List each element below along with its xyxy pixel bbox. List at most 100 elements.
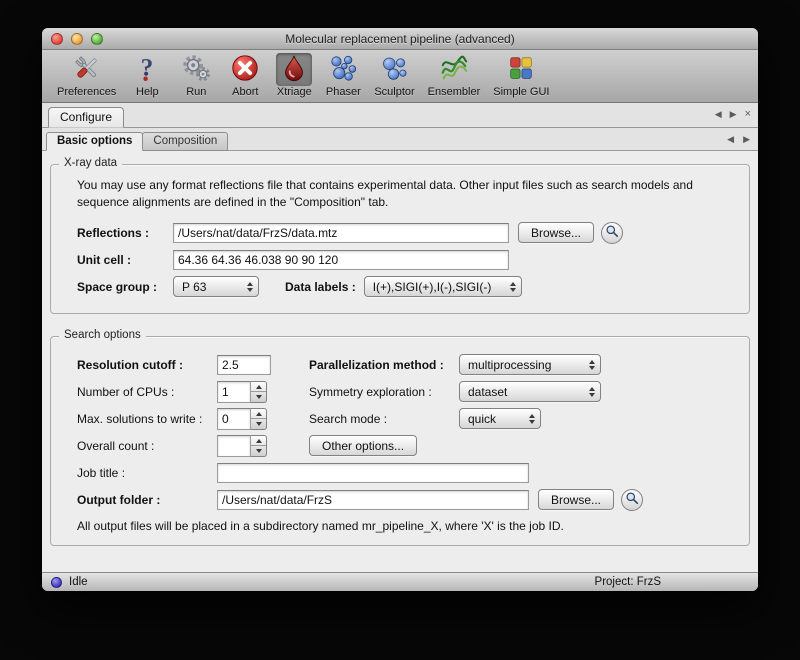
tab-nav-controls: ◀ ▶ × <box>715 109 751 120</box>
output-folder-row: Output folder : Browse... <box>77 489 733 511</box>
symmetry-exploration-dropdown[interactable]: dataset <box>459 381 601 402</box>
toolbar-label: Run <box>186 86 206 98</box>
data-labels-label: Data labels : <box>285 280 356 294</box>
symmetry-exploration-value: dataset <box>468 385 507 399</box>
tab-scroll-right-icon[interactable]: ▶ <box>730 109 737 120</box>
parallelization-method-dropdown[interactable]: multiprocessing <box>459 354 601 375</box>
simple-gui-icon <box>506 53 536 86</box>
output-folder-search-button[interactable] <box>621 489 643 511</box>
max-solutions-stepper[interactable] <box>251 408 267 430</box>
output-folder-browse-button[interactable]: Browse... <box>538 489 614 510</box>
subtab-scroll-right-icon[interactable]: ▶ <box>743 134 750 145</box>
toolbar-item-abort[interactable]: Abort <box>224 53 266 98</box>
reflections-search-button[interactable] <box>601 222 623 244</box>
xray-description: You may use any format reflections file … <box>77 177 731 212</box>
help-icon: ? <box>132 53 162 86</box>
parallelization-method-value: multiprocessing <box>468 358 551 372</box>
overall-count-label: Overall count : <box>77 439 217 453</box>
dropdown-arrows-icon <box>582 387 595 397</box>
toolbar: Preferences ? Help <box>42 50 758 103</box>
sub-tab-nav-controls: ◀ ▶ <box>727 134 750 145</box>
tab-composition[interactable]: Composition <box>142 132 228 151</box>
search-options-group: Search options Resolution cutoff : Paral… <box>50 336 750 546</box>
search-mode-dropdown[interactable]: quick <box>459 408 541 429</box>
toolbar-label: Simple GUI <box>493 86 549 98</box>
toolbar-label: Help <box>136 86 159 98</box>
tab-close-icon[interactable]: × <box>745 110 751 119</box>
cpus-stepper[interactable] <box>251 381 267 403</box>
xray-group-title: X-ray data <box>59 157 122 169</box>
magnifier-icon <box>624 490 640 509</box>
space-group-row: Space group : P 63 Data labels : I(+),SI… <box>77 276 733 298</box>
preferences-icon <box>72 53 102 86</box>
unit-cell-label: Unit cell : <box>77 253 173 267</box>
overall-count-input[interactable] <box>217 435 251 457</box>
reflections-browse-button[interactable]: Browse... <box>518 222 594 243</box>
toolbar-label: Xtriage <box>277 86 312 98</box>
phaser-icon <box>328 53 358 86</box>
toolbar-label: Abort <box>232 86 258 98</box>
search-group-title: Search options <box>59 329 146 341</box>
spinner-down-icon[interactable] <box>251 446 266 456</box>
reflections-input[interactable] <box>173 223 509 243</box>
parallelization-method-label: Parallelization method : <box>309 358 459 372</box>
spinner-up-icon[interactable] <box>251 436 266 447</box>
dropdown-arrows-icon <box>503 282 516 292</box>
toolbar-item-simple-gui[interactable]: Simple GUI <box>490 53 552 98</box>
resolution-cutoff-input[interactable] <box>217 355 271 375</box>
toolbar-item-xtriage[interactable]: Xtriage <box>273 53 315 98</box>
cpus-input[interactable] <box>217 381 251 403</box>
max-solutions-input[interactable] <box>217 408 251 430</box>
output-folder-input[interactable] <box>217 490 529 510</box>
tab-configure[interactable]: Configure <box>48 107 124 128</box>
window-title: Molecular replacement pipeline (advanced… <box>42 32 758 46</box>
job-title-input[interactable] <box>217 463 529 483</box>
other-options-button[interactable]: Other options... <box>309 435 417 456</box>
tab-basic-options[interactable]: Basic options <box>46 132 143 151</box>
sub-tab-bar: Basic options Composition ◀ ▶ <box>42 128 758 151</box>
magnifier-icon <box>604 223 620 242</box>
sculptor-icon <box>379 53 409 86</box>
unit-cell-input[interactable] <box>173 250 509 270</box>
number-of-cpus-label: Number of CPUs : <box>77 385 217 399</box>
toolbar-label: Phaser <box>326 86 361 98</box>
toolbar-label: Preferences <box>57 86 116 98</box>
search-mode-label: Search mode : <box>309 412 459 426</box>
cpus-spinner <box>217 381 267 403</box>
data-labels-dropdown[interactable]: I(+),SIGI(+),I(-),SIGI(-) <box>364 276 522 297</box>
toolbar-item-ensembler[interactable]: Ensembler <box>425 53 484 98</box>
resolution-cutoff-label: Resolution cutoff : <box>77 358 217 372</box>
toolbar-label: Ensembler <box>428 86 481 98</box>
toolbar-item-preferences[interactable]: Preferences <box>54 53 119 98</box>
abort-icon <box>230 53 260 86</box>
job-title-row: Job title : <box>77 462 733 484</box>
toolbar-item-run[interactable]: Run <box>175 53 217 98</box>
xray-data-group: X-ray data You may use any format reflec… <box>50 164 750 314</box>
max-solutions-label: Max. solutions to write : <box>77 412 217 426</box>
xtriage-icon <box>279 53 309 86</box>
title-bar: Molecular replacement pipeline (advanced… <box>42 28 758 50</box>
space-group-dropdown[interactable]: P 63 <box>173 276 259 297</box>
dropdown-arrows-icon <box>582 360 595 370</box>
spinner-up-icon[interactable] <box>251 409 266 420</box>
toolbar-item-phaser[interactable]: Phaser <box>322 53 364 98</box>
subtab-scroll-left-icon[interactable]: ◀ <box>727 134 734 145</box>
dropdown-arrows-icon <box>522 414 535 424</box>
max-solutions-row: Max. solutions to write : Search mode : … <box>77 408 733 430</box>
reflections-label: Reflections : <box>77 226 173 240</box>
output-folder-label: Output folder : <box>77 493 217 507</box>
tab-scroll-left-icon[interactable]: ◀ <box>715 109 722 120</box>
toolbar-item-help[interactable]: ? Help <box>126 53 168 98</box>
symmetry-exploration-label: Symmetry exploration : <box>309 385 459 399</box>
space-group-label: Space group : <box>77 280 173 294</box>
status-indicator-icon <box>51 577 62 588</box>
spinner-down-icon[interactable] <box>251 419 266 429</box>
job-title-label: Job title : <box>77 466 217 480</box>
toolbar-label: Sculptor <box>374 86 414 98</box>
toolbar-item-sculptor[interactable]: Sculptor <box>371 53 417 98</box>
spinner-up-icon[interactable] <box>251 382 266 393</box>
status-bar: Idle Project: FrzS <box>42 572 758 591</box>
overall-count-stepper[interactable] <box>251 435 267 457</box>
reflections-row: Reflections : Browse... <box>77 222 733 244</box>
spinner-down-icon[interactable] <box>251 392 266 402</box>
